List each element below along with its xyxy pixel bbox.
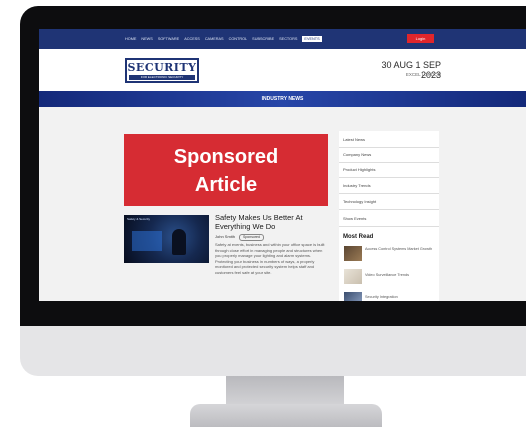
nav-item-access[interactable]: ACCESS (184, 36, 200, 42)
monitor-chin (20, 326, 526, 376)
article-title[interactable]: Safety Makes Us Better At Everything We … (215, 213, 327, 231)
logo-wordmark: SECURITY (127, 61, 197, 74)
most-read-thumbnail[interactable] (344, 292, 362, 301)
sidebar-link-latest-news[interactable]: Latest News (343, 137, 437, 142)
article-label: Article (194, 174, 258, 196)
content-area: Sponsored Article Safety & Security Safe… (39, 107, 526, 301)
article-excerpt: Safety at events, business and within yo… (215, 242, 325, 275)
sidebar-divider (339, 209, 439, 210)
sidebar-divider (339, 162, 439, 163)
sidebar-link-company-news[interactable]: Company News (343, 152, 437, 157)
nav-item-sectors[interactable]: SECTORS (279, 36, 297, 42)
section-title: INDUSTRY NEWS (261, 96, 304, 102)
nav-item-home[interactable]: HOME (125, 36, 136, 42)
most-read-item[interactable]: Access Control Systems Market Growth (365, 247, 435, 252)
most-read-thumbnail[interactable] (344, 269, 362, 284)
nav-item-software[interactable]: SOFTWARE (158, 36, 179, 42)
most-read-item[interactable]: Video Surveillance Trends (365, 273, 435, 278)
article-tag-badge[interactable]: Sponsored (239, 234, 264, 241)
website-screen: HOME NEWS SOFTWARE ACCESS CAMERAS CONTRO… (39, 29, 526, 301)
most-read-item[interactable]: Security Integration (365, 295, 435, 300)
thumbnail-screen-glow (132, 231, 162, 251)
nav-item-news[interactable]: NEWS (141, 36, 152, 42)
site-logo[interactable]: SECURITY FOR ELECTRONIC SECURITY (125, 58, 199, 83)
section-banner: INDUSTRY NEWS (39, 91, 526, 107)
most-read-thumbnail[interactable] (344, 246, 362, 261)
sidebar-divider (339, 193, 439, 194)
sidebar-divider (339, 226, 439, 227)
nav-item-cameras[interactable]: CAMERAS (205, 36, 224, 42)
site-header: SECURITY FOR ELECTRONIC SECURITY 30 AUG … (39, 49, 526, 91)
monitor-stand-base (190, 404, 382, 427)
sidebar-link-show-events[interactable]: Show Events (343, 216, 437, 221)
top-navigation-bar: HOME NEWS SOFTWARE ACCESS CAMERAS CONTRO… (39, 29, 526, 49)
nav-menu: HOME NEWS SOFTWARE ACCESS CAMERAS CONTRO… (125, 36, 327, 44)
sponsored-label: Sponsored (173, 146, 279, 168)
sidebar-link-product-highlights[interactable]: Product Highlights (343, 167, 437, 172)
thumbnail-person-silhouette (172, 229, 186, 255)
sidebar-link-industry-trends[interactable]: Industry Trends (343, 183, 437, 188)
nav-item-events[interactable]: EVENTS (302, 36, 322, 42)
most-read-heading: Most Read (343, 234, 374, 240)
nav-item-subscribe[interactable]: SUBSCRIBE (252, 36, 274, 42)
monitor-stand (226, 376, 344, 406)
sidebar-divider (339, 177, 439, 178)
article-byline: John Smith Sponsored (215, 234, 264, 241)
logo-tagline: FOR ELECTRONIC SECURITY (129, 75, 195, 80)
sponsored-article-banner[interactable]: Sponsored Article (124, 134, 328, 206)
thumbnail-caption: Safety & Security (127, 217, 151, 221)
event-location: EXCEL LONDON (405, 72, 441, 77)
article-author: John Smith (215, 234, 236, 239)
sidebar-link-technology-insight[interactable]: Technology Insight (343, 199, 437, 204)
article-thumbnail[interactable]: Safety & Security (124, 215, 209, 263)
nav-item-control[interactable]: CONTROL (229, 36, 248, 42)
sidebar: Latest News Company News Product Highlig… (339, 131, 439, 301)
sidebar-divider (339, 147, 439, 148)
login-button[interactable]: Login (407, 34, 434, 43)
